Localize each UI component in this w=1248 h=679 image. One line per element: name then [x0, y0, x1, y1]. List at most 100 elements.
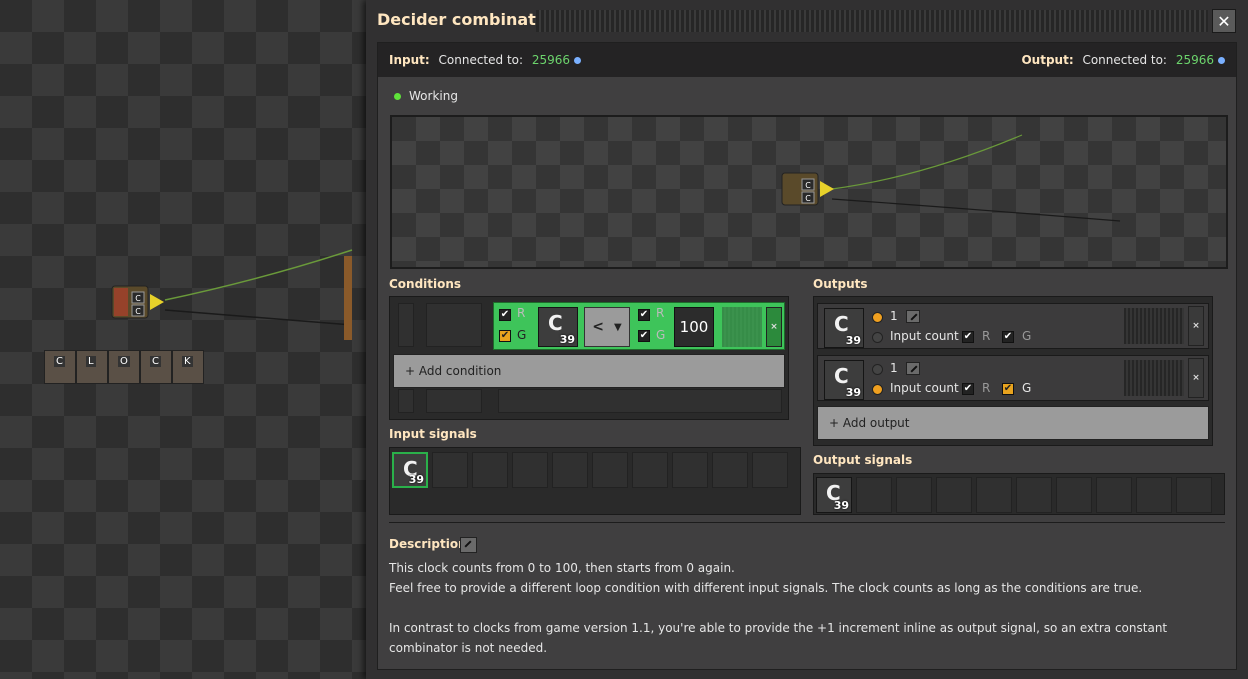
red-wire-label: R [982, 381, 991, 395]
green-wire-label: G [1022, 381, 1032, 395]
drag-handle[interactable] [1124, 360, 1184, 396]
output-label: Output: [1021, 53, 1074, 67]
close-button[interactable]: ✕ [1212, 9, 1236, 33]
output-green-checkbox[interactable]: ✔ [1002, 331, 1014, 343]
empty-signal-slot [1096, 477, 1132, 513]
empty-signal-slot [856, 477, 892, 513]
empty-signal-slot [712, 452, 748, 488]
status-text: Working [409, 89, 458, 103]
empty-signal-slot [936, 477, 972, 513]
close-icon: ✕ [1217, 11, 1231, 31]
condition-red-checkbox[interactable]: ✔ [499, 309, 511, 321]
divider [389, 522, 1225, 523]
preview-signal-label: C [805, 194, 811, 203]
output-value-radio[interactable] [872, 364, 883, 375]
output-value-radio[interactable] [872, 312, 883, 323]
remove-output-button[interactable]: × [1188, 358, 1204, 398]
add-condition-button[interactable]: + Add condition [393, 354, 785, 388]
empty-signal-slot [1056, 477, 1092, 513]
edit-icon[interactable] [906, 310, 920, 323]
output-green-checkbox[interactable]: ✔ [1002, 383, 1014, 395]
output-signal-slot[interactable]: C 39 [824, 308, 864, 348]
preview-signal-label: C [805, 181, 811, 190]
input-signal-c[interactable]: C 39 [392, 452, 428, 488]
world-wires [164, 249, 353, 340]
connection-bar: Input: Connected to: 25966 Output: Conne… [378, 43, 1236, 77]
empty-signal-slot [472, 452, 508, 488]
edit-description-icon[interactable] [460, 537, 477, 553]
red-wire-label: R [982, 329, 991, 343]
decider-combinator-entity[interactable]: C C [110, 282, 166, 322]
output-row-1: C 39 1 Input count ✔ R ✔ G × [817, 303, 1209, 349]
description-line: This clock counts from 0 to 100, then st… [389, 561, 735, 575]
output-signal-c[interactable]: C 39 [816, 477, 852, 513]
empty-signal-slot [1176, 477, 1212, 513]
constant-combinator-c[interactable]: C [44, 350, 76, 384]
close-icon: × [1192, 321, 1200, 331]
title-drag-handle[interactable] [536, 10, 1208, 32]
signal-count: 39 [845, 334, 861, 347]
status: Working [394, 89, 458, 103]
add-condition-label: + Add condition [405, 364, 502, 378]
remove-condition-button[interactable]: × [766, 307, 782, 347]
condition-red-checkbox-2[interactable]: ✔ [638, 309, 650, 321]
clock-letter: L [86, 356, 96, 367]
constant-combinator-l[interactable]: L [76, 350, 108, 384]
empty-signal-slot [552, 452, 588, 488]
green-wire [831, 134, 1023, 190]
svg-text:C: C [135, 307, 141, 316]
constant-combinator-k[interactable]: K [172, 350, 204, 384]
description-text: This clock counts from 0 to 100, then st… [389, 558, 1229, 658]
clock-letter: C [54, 356, 65, 367]
empty-signal-slot [1016, 477, 1052, 513]
constant-combinator-o[interactable]: O [108, 350, 140, 384]
constant-value-button[interactable]: 100 [674, 307, 714, 347]
description-line: In contrast to clocks from game version … [389, 621, 1168, 655]
constant-combinator-c2[interactable]: C [140, 350, 172, 384]
condition-green-checkbox[interactable]: ✔ [499, 330, 511, 342]
empty-slot [398, 303, 414, 347]
add-output-button[interactable]: + Add output [817, 406, 1209, 440]
red-wire-label: R [656, 306, 665, 320]
output-connection: Output: Connected to: 25966 [1021, 53, 1225, 67]
output-network-id[interactable]: 25966 [1176, 53, 1214, 67]
output-red-checkbox[interactable]: ✔ [962, 331, 974, 343]
condition-signal-slot[interactable]: C 39 [538, 307, 578, 347]
outputs-title: Outputs [813, 277, 868, 291]
empty-slot [426, 303, 482, 347]
empty-signal-slot [1136, 477, 1172, 513]
comparator-dropdown[interactable]: < ▼ [584, 307, 630, 347]
empty-slot [498, 389, 782, 413]
input-signals-grid: C 39 [389, 447, 801, 515]
svg-text:C: C [135, 294, 141, 303]
empty-signal-slot [432, 452, 468, 488]
remove-output-button[interactable]: × [1188, 306, 1204, 346]
input-count-radio[interactable] [872, 384, 883, 395]
output-red-checkbox[interactable]: ✔ [962, 383, 974, 395]
input-label: Input: [389, 53, 430, 67]
empty-signal-slot [512, 452, 548, 488]
input-network-id[interactable]: 25966 [532, 53, 570, 67]
signal-c-icon: C [834, 312, 849, 336]
red-wire [831, 198, 1121, 222]
entity-preview[interactable]: C C [390, 115, 1228, 269]
input-count-radio[interactable] [872, 332, 883, 343]
info-icon[interactable] [1218, 57, 1225, 64]
signal-c-icon: C [548, 311, 563, 335]
output-signal-slot[interactable]: C 39 [824, 360, 864, 400]
condition-green-checkbox-2[interactable]: ✔ [638, 330, 650, 342]
empty-signal-slot [672, 452, 708, 488]
conditions-title: Conditions [389, 277, 462, 291]
drag-handle[interactable] [722, 307, 762, 347]
game-world[interactable]: C C C L O C K [0, 0, 366, 679]
drag-handle[interactable] [1124, 308, 1184, 344]
empty-slot [398, 389, 414, 413]
red-wire [164, 309, 353, 326]
description-title: Description [389, 537, 467, 551]
constant-value: 100 [679, 318, 709, 336]
signal-count: 39 [408, 473, 424, 486]
edit-icon[interactable] [906, 362, 920, 375]
info-icon[interactable] [574, 57, 582, 64]
close-icon: × [770, 322, 778, 332]
description-title-text: Description [389, 537, 467, 551]
